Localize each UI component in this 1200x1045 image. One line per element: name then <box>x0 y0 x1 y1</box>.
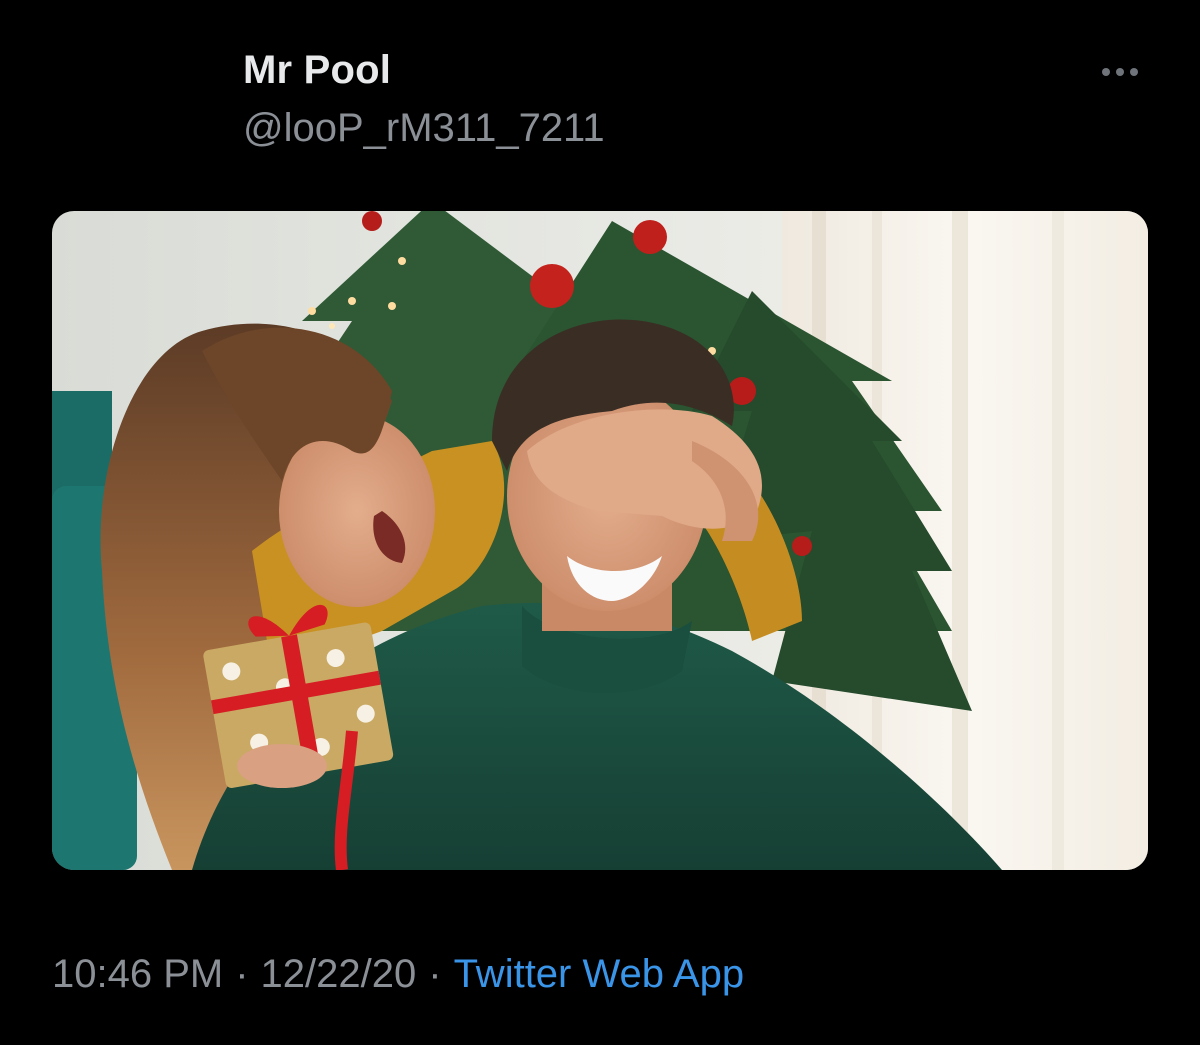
meta-separator: · <box>428 952 442 996</box>
photo-christmas-surprise <box>52 211 1148 870</box>
more-horizontal-icon <box>1130 68 1138 76</box>
tweet-time[interactable]: 10:46 PM <box>52 952 223 996</box>
author-display-name[interactable]: Mr Pool <box>243 48 391 93</box>
more-horizontal-icon <box>1102 68 1110 76</box>
tweet-detail: Mr Pool @looP_rM311_7211 10:46 PM · 12/2… <box>0 0 1200 1045</box>
author-handle[interactable]: @looP_rM311_7211 <box>243 106 605 151</box>
more-horizontal-icon <box>1116 68 1124 76</box>
tweet-date[interactable]: 12/22/20 <box>261 952 417 996</box>
more-options-button[interactable] <box>1092 54 1148 90</box>
tweet-source-link[interactable]: Twitter Web App <box>454 952 745 996</box>
tweet-meta: 10:46 PM · 12/22/20 · Twitter Web App <box>52 952 744 997</box>
meta-separator: · <box>235 952 249 996</box>
tweet-photo[interactable] <box>52 211 1148 870</box>
